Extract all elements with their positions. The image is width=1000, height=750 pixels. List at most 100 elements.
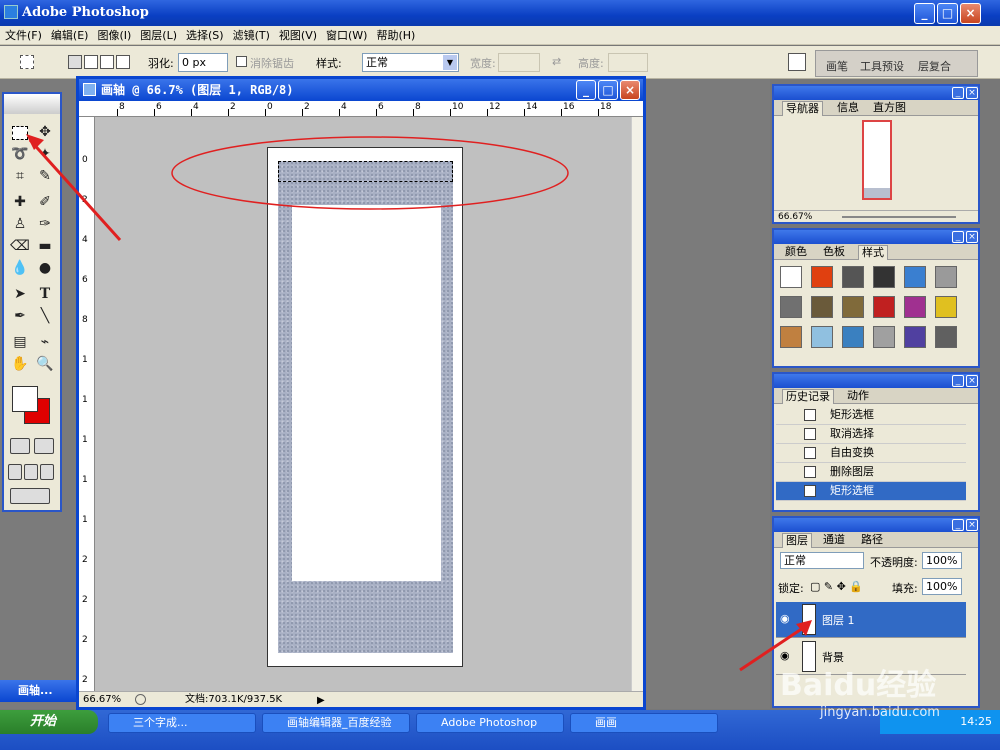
panel-close-icon[interactable]: × (966, 87, 978, 99)
panel-close-icon[interactable]: × (966, 375, 978, 387)
status-options-icon[interactable] (135, 694, 146, 705)
style-swatch[interactable] (811, 296, 833, 318)
menu-item-6[interactable]: 视图(V) (274, 26, 321, 43)
tab-history[interactable]: 历史记录 (782, 389, 834, 404)
crop-tool-icon[interactable]: ⌗ (9, 166, 31, 186)
style-swatch[interactable] (873, 326, 895, 348)
line-tool-icon[interactable]: ╲ (34, 306, 56, 326)
menu-item-3[interactable]: 图层(L) (135, 26, 181, 43)
type-tool-icon[interactable]: T (34, 284, 56, 304)
taskbar-button[interactable]: 画轴编辑器_百度经验 (262, 713, 410, 733)
minimized-document[interactable]: 画轴... (0, 680, 76, 702)
zoom-level[interactable]: 66.67% (83, 692, 121, 707)
style-swatch[interactable] (842, 296, 864, 318)
palette-well-tab-brushes[interactable]: 画笔 (826, 58, 848, 74)
style-swatch[interactable] (935, 326, 957, 348)
move-tool-icon[interactable]: ✥ (34, 122, 56, 142)
tab-navigator[interactable]: 导航器 (782, 101, 823, 116)
taskbar-button[interactable]: Adobe Photoshop (416, 713, 564, 733)
standard-mode-button[interactable] (10, 438, 30, 454)
palette-well-tab-layer-comps[interactable]: 层复合 (918, 58, 951, 74)
tab-swatches[interactable]: 色板 (820, 245, 848, 259)
tab-histogram[interactable]: 直方图 (870, 101, 909, 115)
healing-brush-tool-icon[interactable]: ✚ (9, 192, 31, 212)
tab-channels[interactable]: 通道 (820, 533, 848, 547)
style-swatch[interactable] (904, 296, 926, 318)
pen-tool-icon[interactable]: ✒ (9, 306, 31, 326)
document-title-bar[interactable]: 画轴 @ 66.7% (图层 1, RGB/8) _ □ × (79, 79, 643, 101)
foreground-color-swatch[interactable] (12, 386, 38, 412)
style-swatch[interactable] (780, 296, 802, 318)
doc-minimize-button[interactable]: _ (576, 80, 596, 100)
style-select[interactable]: 正常 ▼ (362, 53, 459, 72)
menu-item-8[interactable]: 帮助(H) (371, 26, 419, 43)
eraser-tool-icon[interactable]: ⌫ (9, 236, 31, 256)
taskbar-button[interactable]: 三个字成... (108, 713, 256, 733)
history-item[interactable]: 矩形选框 (776, 482, 966, 501)
menu-item-4[interactable]: 选择(S) (181, 26, 228, 43)
menu-item-2[interactable]: 图像(I) (92, 26, 135, 43)
fill-input[interactable]: 100% (922, 578, 962, 595)
panel-minimize-icon[interactable]: _ (952, 519, 964, 531)
style-swatch[interactable] (904, 266, 926, 288)
gradient-tool-icon[interactable]: ▬ (34, 236, 56, 256)
opacity-input[interactable]: 100% (922, 552, 962, 569)
rect-marquee-tool-icon[interactable] (12, 126, 28, 140)
styles-panel-header[interactable]: _ × (774, 230, 978, 244)
menu-item-0[interactable]: 文件(F) (0, 26, 46, 43)
panel-minimize-icon[interactable]: _ (952, 87, 964, 99)
style-swatch[interactable] (935, 296, 957, 318)
zoom-tool-icon[interactable]: 🔍 (34, 354, 56, 374)
history-panel-header[interactable]: _ × (774, 374, 978, 388)
slice-tool-icon[interactable]: ✎ (34, 166, 56, 186)
history-item[interactable]: 矩形选框 (776, 406, 966, 425)
subtract-selection-icon[interactable] (100, 55, 114, 69)
screen-mode-full-menu-button[interactable] (24, 464, 38, 480)
style-swatch[interactable] (873, 296, 895, 318)
file-browser-icon[interactable] (788, 53, 806, 71)
marquee-preset-icon[interactable] (20, 55, 34, 69)
layer-row[interactable]: ◉ 图层 1 (776, 602, 966, 638)
start-button[interactable]: 开始 (0, 710, 98, 734)
quick-mask-button[interactable] (34, 438, 54, 454)
blend-mode-select[interactable]: 正常 (780, 552, 864, 569)
brush-tool-icon[interactable]: ✐ (34, 192, 56, 212)
maximize-button[interactable]: □ (937, 3, 958, 24)
notes-tool-icon[interactable]: ▤ (9, 332, 31, 352)
eye-icon[interactable]: ◉ (780, 613, 794, 625)
history-item[interactable]: 删除图层 (776, 463, 966, 482)
tab-info[interactable]: 信息 (834, 101, 862, 115)
history-item[interactable]: 自由变换 (776, 444, 966, 463)
clone-stamp-tool-icon[interactable]: ♙ (9, 214, 31, 234)
tab-color[interactable]: 颜色 (782, 245, 810, 259)
screen-mode-standard-button[interactable] (8, 464, 22, 480)
layers-panel-header[interactable]: _ × (774, 518, 978, 532)
canvas-area[interactable] (95, 117, 631, 691)
navigator-panel-header[interactable]: _ × (774, 86, 978, 100)
screen-mode-full-button[interactable] (40, 464, 54, 480)
menu-item-1[interactable]: 编辑(E) (46, 26, 93, 43)
navigator-thumbnail[interactable] (862, 120, 892, 200)
hand-tool-icon[interactable]: ✋ (9, 354, 31, 374)
new-selection-icon[interactable] (68, 55, 82, 69)
palette-well-tab-tool-presets[interactable]: 工具预设 (860, 58, 904, 74)
taskbar-button[interactable]: 画画 (570, 713, 718, 733)
minimize-button[interactable]: _ (914, 3, 935, 24)
height-input[interactable] (608, 53, 648, 72)
document-scrollbar[interactable] (631, 117, 643, 691)
style-swatch[interactable] (904, 326, 926, 348)
style-swatch[interactable] (811, 266, 833, 288)
antialias-checkbox[interactable] (236, 56, 247, 67)
history-item[interactable]: 取消选择 (776, 425, 966, 444)
tab-styles[interactable]: 样式 (858, 245, 888, 260)
style-swatch[interactable] (780, 266, 802, 288)
panel-minimize-icon[interactable]: _ (952, 231, 964, 243)
menu-item-7[interactable]: 窗口(W) (321, 26, 371, 43)
jump-to-imageready-button[interactable] (10, 488, 50, 504)
style-swatch[interactable] (935, 266, 957, 288)
lasso-tool-icon[interactable]: ➰ (9, 144, 31, 164)
history-brush-tool-icon[interactable]: ✑ (34, 214, 56, 234)
width-input[interactable] (498, 53, 540, 72)
panel-close-icon[interactable]: × (966, 231, 978, 243)
lock-icons[interactable]: ▢ ✎ ✥ 🔒 (810, 580, 863, 593)
